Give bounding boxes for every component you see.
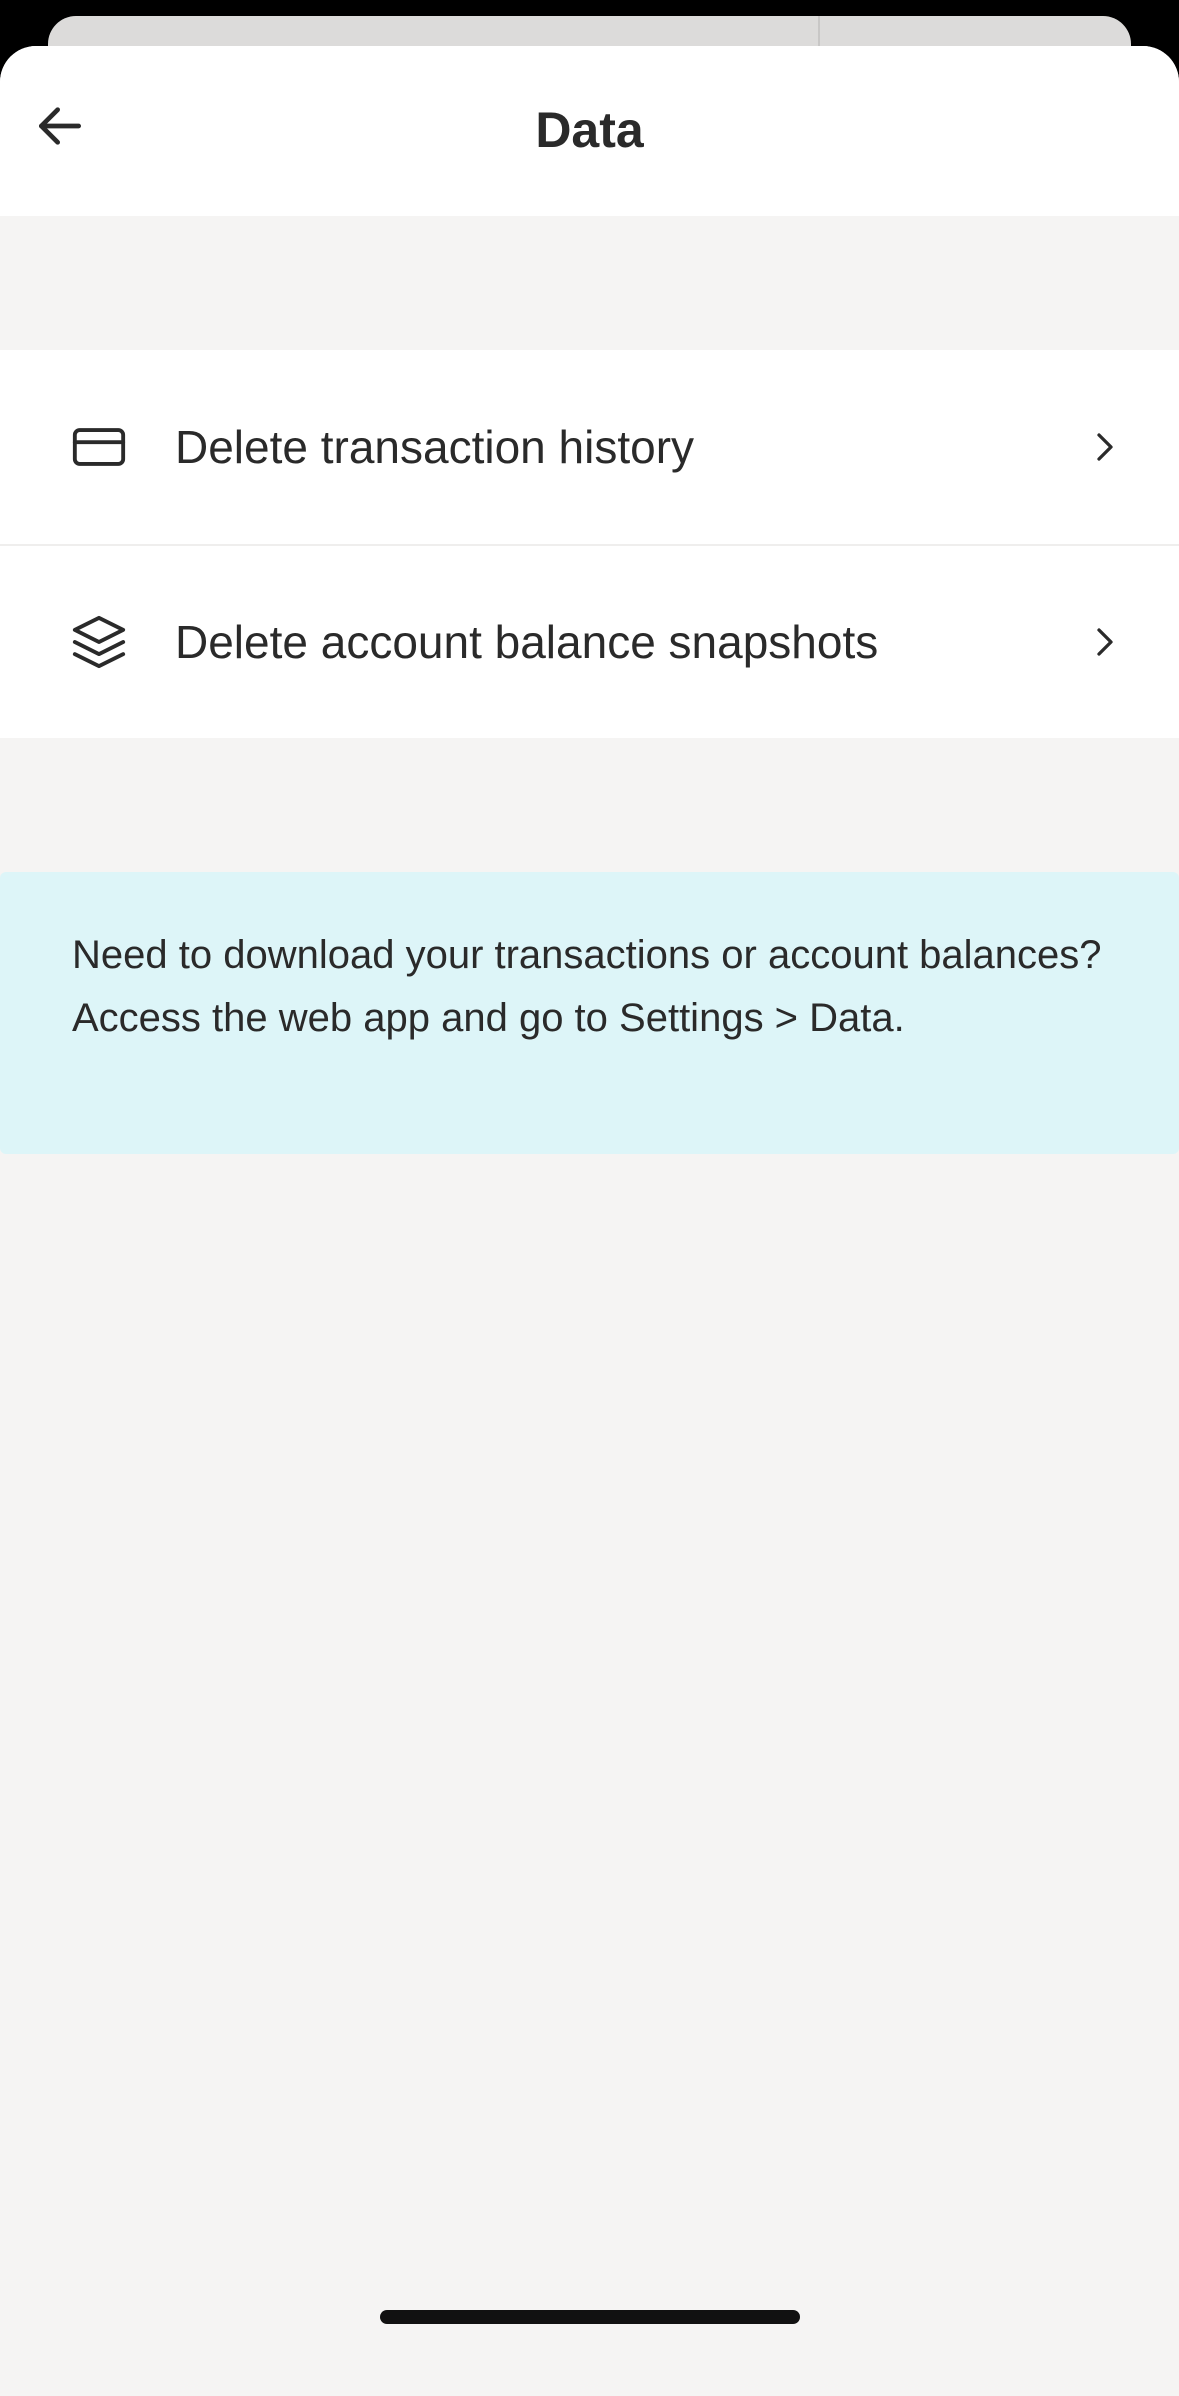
header: Data: [0, 46, 1179, 216]
chevron-right-icon: [1085, 427, 1125, 467]
home-indicator: [380, 2310, 800, 2324]
menu-group: Delete transaction history Delete accoun…: [0, 350, 1179, 738]
menu-item-label: Delete transaction history: [175, 421, 695, 473]
modal-sheet: Data Delete transaction history Delete a…: [0, 46, 1179, 2396]
delete-account-balance-snapshots-item[interactable]: Delete account balance snapshots: [0, 544, 1179, 738]
chevron-right-icon: [1085, 622, 1125, 662]
page-title: Data: [535, 102, 644, 158]
layers-icon: [70, 613, 128, 671]
menu-item-label: Delete account balance snapshots: [175, 616, 879, 668]
credit-card-icon: [70, 418, 128, 476]
delete-transaction-history-item[interactable]: Delete transaction history: [0, 350, 1179, 544]
info-banner: Need to download your transactions or ac…: [0, 872, 1179, 1154]
info-text: Need to download your transactions or ac…: [72, 933, 1102, 1040]
